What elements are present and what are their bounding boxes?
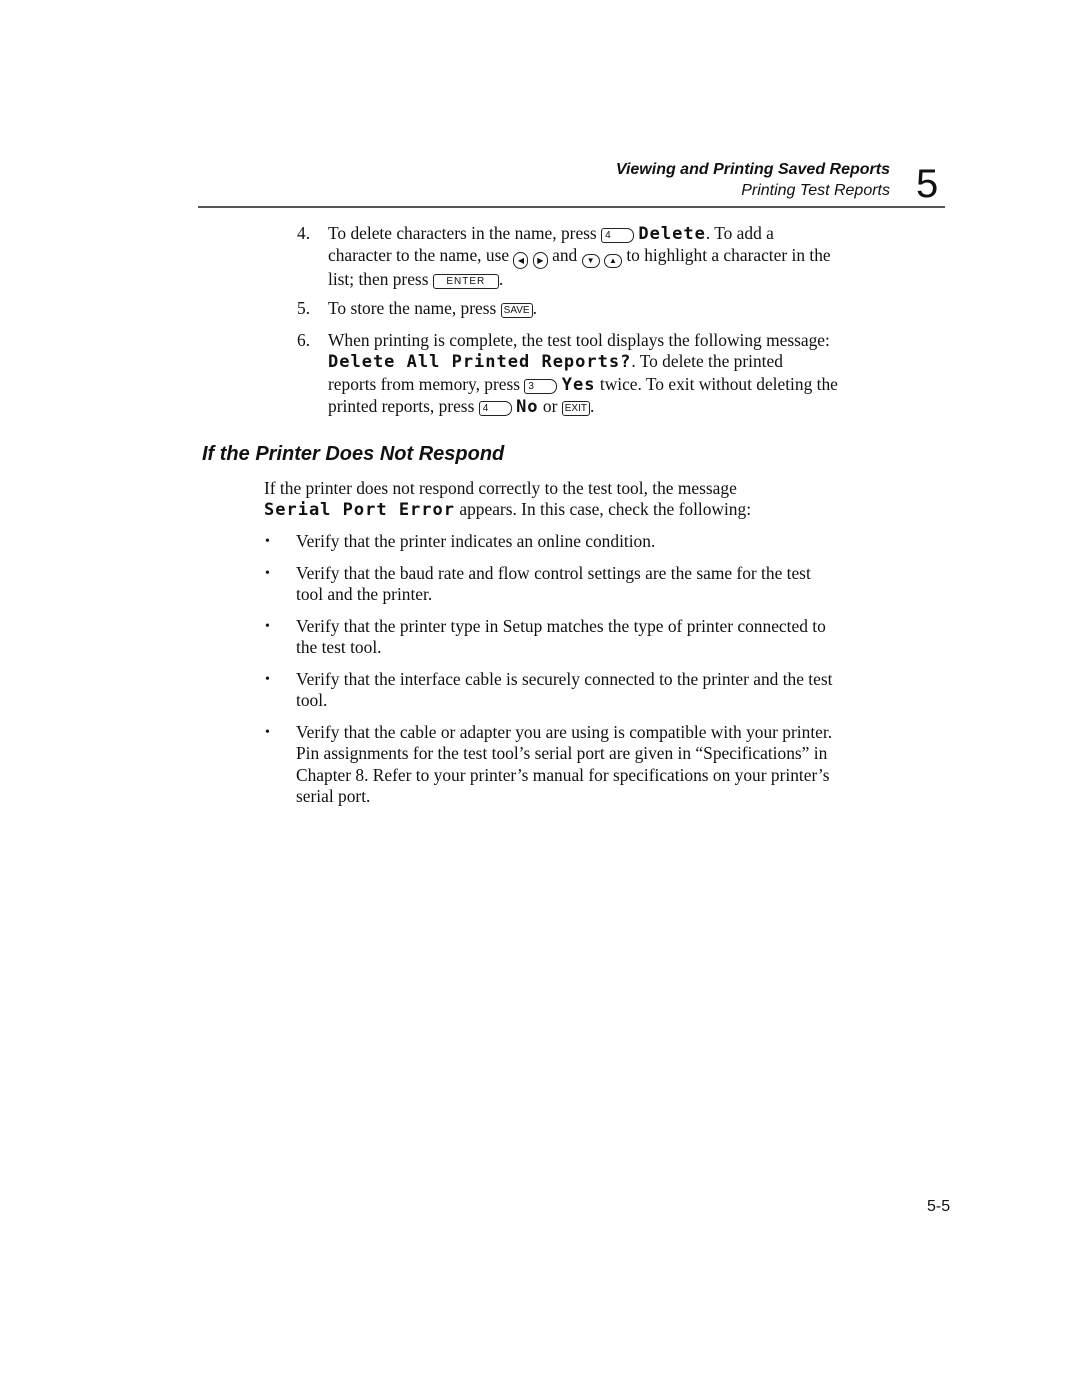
step-number: 4. — [297, 223, 311, 243]
bullet-item: Verify that the printer type in Setup ma… — [296, 616, 826, 658]
key-4: 4 — [601, 228, 635, 243]
step-5-text: To store the name, press SAVE. — [328, 298, 537, 318]
lcd-delete-all-printed-reports: Delete All Printed Reports? — [328, 352, 632, 373]
key-4: 4 — [478, 401, 512, 417]
step-6-text: When printing is complete, the test tool… — [328, 330, 838, 418]
header-divider — [198, 206, 945, 208]
bullet-item: Verify that the printer indicates an onl… — [296, 531, 656, 551]
arrow-down-icon: ▼ — [581, 254, 600, 269]
key-save: SAVE — [500, 303, 533, 318]
arrow-left-icon: ◀ — [513, 252, 529, 270]
arrow-up-icon: ▲ — [603, 254, 622, 269]
page-number: 5-5 — [927, 1198, 951, 1215]
bullet-item: Verify that the interface cable is secur… — [296, 669, 833, 711]
chapter-number: 5 — [916, 162, 939, 206]
bullet-icon: • — [265, 566, 270, 581]
lcd-serial-port-error: Serial Port Error — [264, 500, 455, 521]
key-enter: ENTER — [432, 274, 499, 290]
section-title: Printing Test Reports — [741, 182, 890, 199]
bullet-item: Verify that the cable or adapter you are… — [296, 722, 833, 807]
section-intro: If the printer does not respond correctl… — [264, 478, 752, 521]
bullet-icon: • — [265, 672, 270, 687]
bullet-icon: • — [265, 619, 270, 634]
lcd-yes: Yes — [561, 374, 596, 395]
key-exit: EXIT — [561, 401, 590, 417]
section-heading: If the Printer Does Not Respond — [202, 443, 505, 465]
step-number: 5. — [297, 298, 311, 318]
chapter-title: Viewing and Printing Saved Reports — [615, 161, 890, 178]
key-3: 3 — [524, 378, 558, 394]
lcd-no: No — [516, 397, 539, 418]
bullet-item: Verify that the baud rate and flow contr… — [296, 563, 811, 605]
bullet-icon: • — [265, 534, 270, 549]
bullet-icon: • — [265, 725, 270, 740]
lcd-delete: Delete — [638, 224, 706, 244]
arrow-right-icon: ▶ — [532, 252, 548, 270]
step-number: 6. — [297, 330, 311, 350]
step-4-text: To delete characters in the name, press … — [328, 223, 831, 290]
